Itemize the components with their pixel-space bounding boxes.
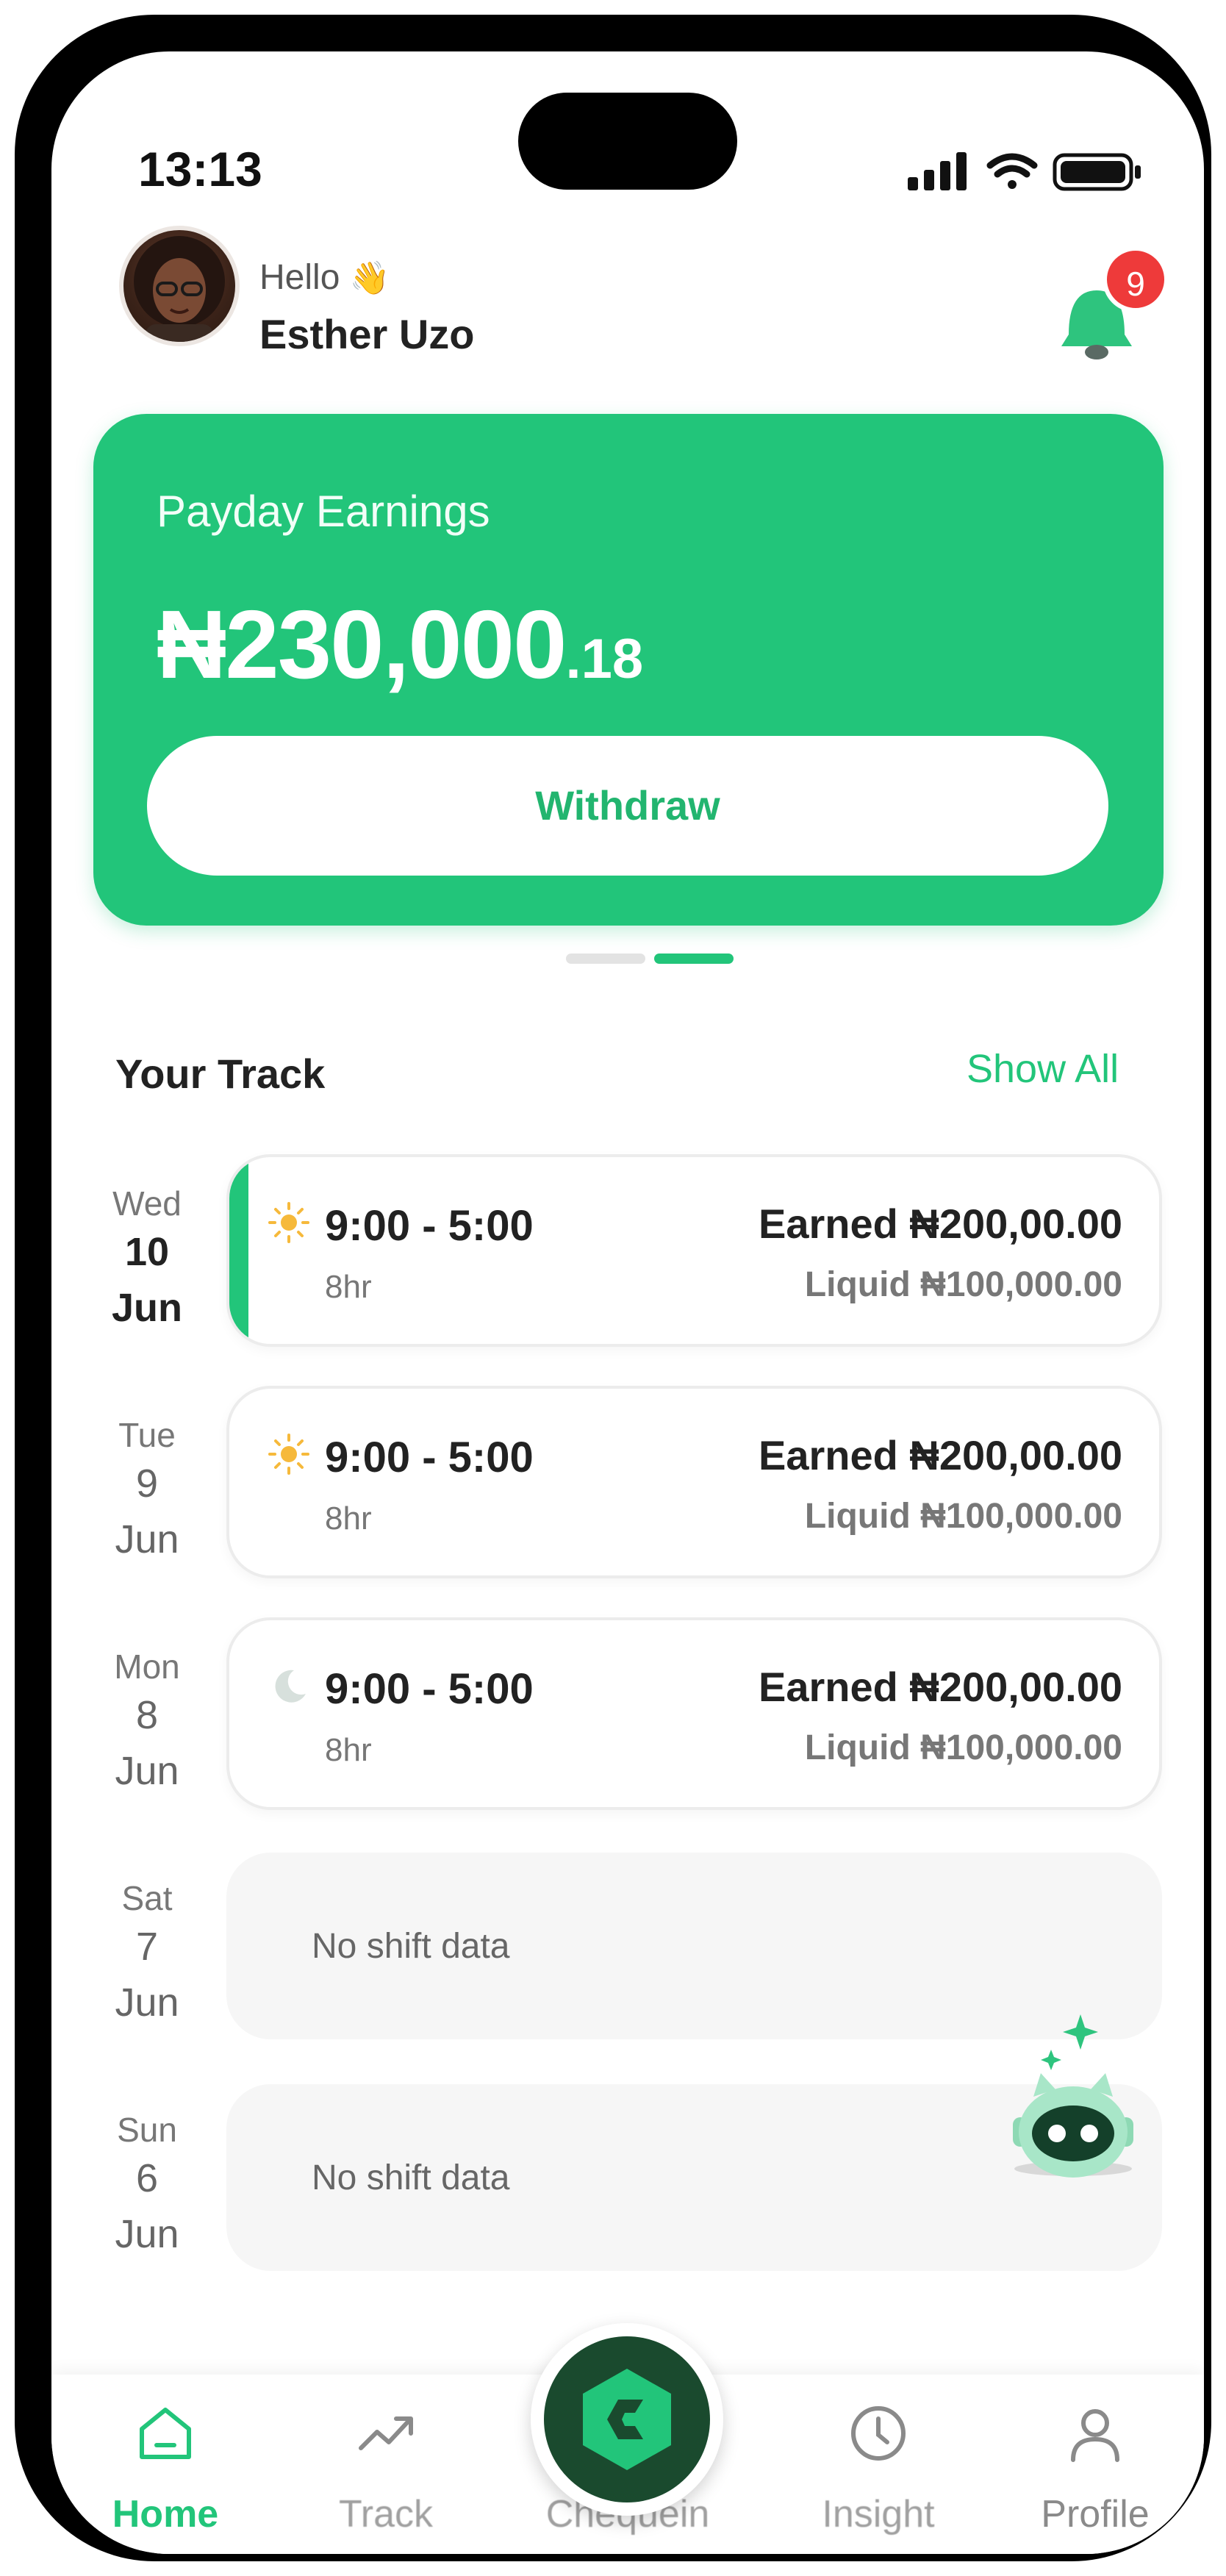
liquid-amount: Liquid ₦100,000.00	[804, 1728, 1122, 1767]
tab-label: Track	[338, 2493, 434, 2536]
earned-amount: Earned ₦200,00.00	[759, 1664, 1122, 1710]
status-icons	[908, 152, 1141, 191]
phone-frame: 13:13 Hello 👋 Esther Uzo 9 Payday Earnin…	[15, 15, 1211, 2561]
withdraw-button[interactable]: Withdraw	[147, 736, 1108, 876]
tab-track[interactable]: Track	[290, 2375, 481, 2554]
date-label: Tue 9 Jun	[115, 1416, 179, 1561]
moon-icon	[275, 1670, 306, 1703]
chequein-center-button[interactable]	[531, 2323, 723, 2516]
battery-icon	[1053, 153, 1141, 191]
shift-duration: 8hr	[325, 1732, 372, 1768]
earnings-label: Payday Earnings	[157, 487, 490, 536]
notification-badge: 9	[1103, 246, 1169, 312]
earned-amount: Earned ₦200,00.00	[759, 1201, 1122, 1247]
user-name: Esther Uzo	[259, 311, 475, 357]
tab-profile[interactable]: Profile	[1000, 2375, 1191, 2554]
carousel-dot-2-active[interactable]	[654, 954, 734, 964]
shift-time: 9:00 - 5:00	[325, 1202, 534, 1250]
signal-icon	[908, 152, 967, 190]
shift-card[interactable]: 9:00 - 5:00 8hr Earned ₦200,00.00 Liquid…	[226, 1617, 1162, 1810]
wave-icon: 👋	[349, 260, 390, 296]
liquid-amount: Liquid ₦100,000.00	[804, 1497, 1122, 1536]
date-label: Wed 10 Jun	[111, 1184, 182, 1330]
tab-label: Insight	[822, 2493, 935, 2536]
trend-icon	[359, 2416, 413, 2450]
empty-shift-text: No shift data	[312, 1927, 510, 1966]
earnings-card[interactable]: Payday Earnings ₦230,000.18 Withdraw	[93, 414, 1164, 926]
sparkle-icon	[1041, 2014, 1098, 2070]
liquid-amount: Liquid ₦100,000.00	[804, 1265, 1122, 1304]
avatar-portrait-icon	[134, 236, 225, 342]
fab-circle	[544, 2336, 710, 2502]
assistant-bot-button[interactable]	[1000, 1992, 1169, 2183]
tab-home[interactable]: Home	[70, 2375, 261, 2554]
dynamic-island	[518, 93, 737, 190]
greeting: Hello 👋	[259, 258, 390, 297]
section-title: Your Track	[115, 1051, 326, 1097]
notifications-button[interactable]: 9	[1053, 246, 1169, 359]
earnings-amount: ₦230,000.18	[157, 590, 644, 698]
clock-icon	[851, 2406, 906, 2461]
show-all-link[interactable]: Show All	[967, 1046, 1119, 1092]
user-icon	[1071, 2409, 1119, 2462]
avatar[interactable]	[119, 226, 240, 346]
sun-icon	[268, 1434, 309, 1475]
earned-amount: Earned ₦200,00.00	[759, 1432, 1122, 1478]
wifi-icon	[986, 153, 1038, 189]
tab-label: Home	[112, 2493, 219, 2536]
app-screen: 13:13 Hello 👋 Esther Uzo 9 Payday Earnin…	[51, 51, 1204, 2554]
carousel-dot-1[interactable]	[566, 954, 645, 964]
date-label: Mon 8 Jun	[114, 1647, 180, 1793]
empty-shift-text: No shift data	[312, 2158, 510, 2197]
sun-icon	[268, 1202, 309, 1243]
date-label: Sun 6 Jun	[115, 2111, 179, 2256]
status-time: 13:13	[138, 142, 262, 196]
shift-duration: 8hr	[325, 1500, 372, 1536]
shift-card[interactable]: 9:00 - 5:00 8hr Earned ₦200,00.00 Liquid…	[226, 1386, 1162, 1578]
chequein-logo-icon	[583, 2369, 671, 2470]
date-label: Sat 7 Jun	[115, 1879, 179, 2025]
tab-label: Profile	[1041, 2493, 1150, 2536]
home-icon	[140, 2408, 191, 2459]
shift-card-active[interactable]: 9:00 - 5:00 8hr Earned ₦200,00.00 Liquid…	[226, 1154, 1162, 1347]
shift-time: 9:00 - 5:00	[325, 1665, 534, 1713]
tab-insight[interactable]: Insight	[783, 2375, 974, 2554]
shift-duration: 8hr	[325, 1269, 372, 1305]
shift-time: 9:00 - 5:00	[325, 1434, 534, 1481]
